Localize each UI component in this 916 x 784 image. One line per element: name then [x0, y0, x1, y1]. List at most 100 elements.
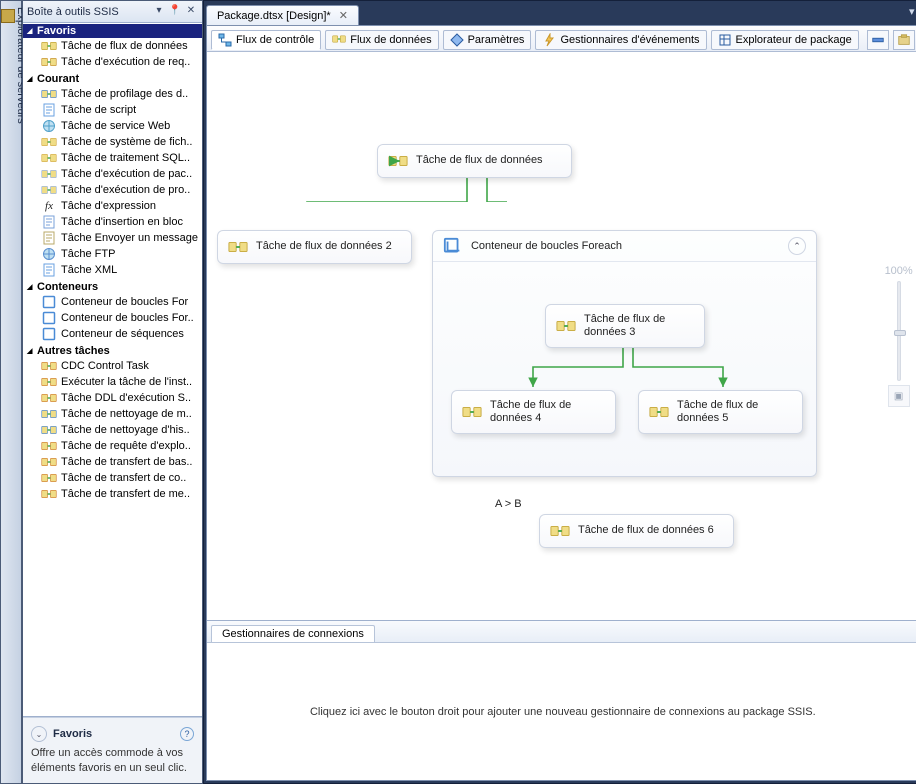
variables-icon: [871, 33, 885, 47]
toolbox-item[interactable]: Exécuter la tâche de l'inst..: [23, 374, 202, 390]
task-node-dataflow-3[interactable]: Tâche de flux de données 3: [545, 304, 705, 348]
ssis-toolbox-button[interactable]: [893, 30, 915, 50]
info-title: Favoris: [53, 728, 180, 740]
design-tab-label: Gestionnaires d'événements: [560, 34, 699, 46]
params-icon: [450, 33, 464, 47]
toolbox-item[interactable]: Tâche de requête d'explo..: [23, 438, 202, 454]
toolbox-header: Boîte à outils SSIS ▾ 📍 ✕: [23, 1, 202, 23]
design-tab-controlflow[interactable]: Flux de contrôle: [211, 30, 321, 50]
toolbox-item[interactable]: Tâche de transfert de bas..: [23, 454, 202, 470]
task-node-dataflow-1[interactable]: Tâche de flux de données: [377, 144, 572, 178]
toolbox-item[interactable]: Tâche de flux de données: [23, 38, 202, 54]
task-label: Tâche de flux de données 2: [256, 240, 392, 253]
file-tab-close-button[interactable]: ✕: [339, 9, 348, 22]
toolbox-item[interactable]: Tâche d'exécution de pro..: [23, 182, 202, 198]
connection-managers-hint: Cliquez ici avec le bouton droit pour aj…: [310, 706, 816, 718]
toolbox-item[interactable]: Conteneur de boucles For..: [23, 310, 202, 326]
toolbox-item[interactable]: Tâche de profilage des d..: [23, 86, 202, 102]
design-tab-params[interactable]: Paramètres: [443, 30, 532, 50]
toolbox-item[interactable]: Tâche de nettoyage d'his..: [23, 422, 202, 438]
toolbox-item[interactable]: Tâche de traitement SQL..: [23, 150, 202, 166]
design-canvas-wrap: Tâche de flux de données Tâche de flux d…: [207, 52, 916, 620]
connection-managers-tab[interactable]: Gestionnaires de connexions: [211, 625, 375, 642]
toolbox-item[interactable]: Tâche de service Web: [23, 118, 202, 134]
task-node-dataflow-5[interactable]: Tâche de flux de données 5: [638, 390, 803, 434]
toolbox-item[interactable]: Tâche d'insertion en bloc: [23, 214, 202, 230]
query-icon: [41, 439, 57, 453]
task-node-dataflow-4[interactable]: Tâche de flux de données 4: [451, 390, 616, 434]
connection-managers-body[interactable]: Cliquez ici avec le bouton droit pour aj…: [207, 643, 916, 780]
group-expand-icon: ◢: [27, 27, 37, 35]
server-explorer-tab[interactable]: Explorateur de serveurs: [0, 0, 22, 784]
design-canvas[interactable]: Tâche de flux de données Tâche de flux d…: [207, 52, 916, 620]
toolbox-item[interactable]: Tâche de transfert de me..: [23, 486, 202, 502]
task-label: Tâche de flux de données 4: [490, 399, 605, 425]
ssis-toolbox-icon: [897, 33, 911, 47]
toolbox-item[interactable]: Tâche de nettoyage de m..: [23, 406, 202, 422]
file-tab-package[interactable]: Package.dtsx [Design]* ✕: [206, 5, 359, 25]
dataflow-icon: [462, 404, 482, 420]
variables-button[interactable]: [867, 30, 889, 50]
design-tab-pkgexplorer[interactable]: Explorateur de package: [711, 30, 859, 50]
info-help-button[interactable]: ?: [180, 727, 194, 741]
design-inner-tabs: Flux de contrôleFlux de donnéesParamètre…: [207, 26, 916, 52]
loop-icon: [41, 311, 57, 325]
toolbox-group-header[interactable]: ◢Favoris: [23, 24, 202, 38]
toolbox-window-dropdown-button[interactable]: ▾: [152, 5, 166, 19]
process-icon: [41, 183, 57, 197]
design-tab-label: Explorateur de package: [736, 34, 852, 46]
zoom-control: 100% ▣: [885, 265, 913, 407]
transfer-icon: [41, 455, 57, 469]
toolbox-pin-button[interactable]: 📍: [168, 5, 182, 19]
info-description: Offre un accès commode à vos éléments fa…: [31, 746, 194, 775]
zoom-slider-track[interactable]: [897, 281, 901, 381]
toolbox-item[interactable]: Tâche XML: [23, 262, 202, 278]
toolbox-item[interactable]: Conteneur de boucles For: [23, 294, 202, 310]
toolbox-item[interactable]: CDC Control Task: [23, 358, 202, 374]
file-tab-row: Package.dtsx [Design]* ✕ ▾: [204, 1, 916, 25]
toolbox-item[interactable]: Tâche d'exécution de pac..: [23, 166, 202, 182]
package-icon: [41, 167, 57, 181]
toolbox-item-label: Tâche d'exécution de req..: [61, 56, 190, 68]
info-collapse-icon[interactable]: ⌄: [31, 726, 47, 742]
toolbox-close-button[interactable]: ✕: [184, 5, 198, 19]
task-node-dataflow-2[interactable]: Tâche de flux de données 2: [217, 230, 412, 264]
toolbox-item[interactable]: fxTâche d'expression: [23, 198, 202, 214]
toolbox-item[interactable]: Tâche d'exécution de req..: [23, 54, 202, 70]
file-tabs-dropdown-button[interactable]: ▾: [902, 5, 916, 25]
toolbox-item-label: Tâche de profilage des d..: [61, 88, 188, 100]
group-label: Autres tâches: [37, 345, 110, 357]
toolbox-item-label: Tâche DDL d'exécution S..: [61, 392, 191, 404]
group-expand-icon: ◢: [27, 283, 37, 291]
toolbox-item[interactable]: Tâche Envoyer un message: [23, 230, 202, 246]
foreach-container[interactable]: Conteneur de boucles Foreach ⌃ Tâche de …: [432, 230, 817, 477]
container-label: Conteneur de boucles Foreach: [471, 240, 780, 252]
zoom-slider-thumb[interactable]: [894, 330, 906, 336]
toolbox-item-label: Tâche de transfert de co..: [61, 472, 186, 484]
toolbox-tree[interactable]: ◢FavorisTâche de flux de données Tâche d'…: [23, 23, 202, 717]
toolbox-group-header[interactable]: ◢Autres tâches: [23, 344, 202, 358]
toolbox-item[interactable]: Tâche FTP: [23, 246, 202, 262]
toolbox-item-label: Tâche de requête d'explo..: [61, 440, 191, 452]
toolbox-item[interactable]: Tâche de système de fich..: [23, 134, 202, 150]
toolbox-item-label: Exécuter la tâche de l'inst..: [61, 376, 192, 388]
toolbox-item-label: Tâche de nettoyage d'his..: [61, 424, 190, 436]
toolbox-item[interactable]: Tâche DDL d'exécution S..: [23, 390, 202, 406]
toolbox-item[interactable]: Tâche de script: [23, 102, 202, 118]
task-node-dataflow-6[interactable]: Tâche de flux de données 6: [539, 514, 734, 548]
bulk-icon: [41, 215, 57, 229]
toolbox-item[interactable]: Conteneur de séquences: [23, 326, 202, 342]
toolbox-panel: Boîte à outils SSIS ▾ 📍 ✕ ◢FavorisTâche …: [22, 0, 203, 784]
container-collapse-button[interactable]: ⌃: [788, 237, 806, 255]
toolbox-item-label: Tâche de traitement SQL..: [61, 152, 190, 164]
design-tab-dataflow[interactable]: Flux de données: [325, 30, 438, 50]
sqlproc-icon: [41, 151, 57, 165]
design-tab-events[interactable]: Gestionnaires d'événements: [535, 30, 706, 50]
toolbox-item-label: Conteneur de boucles For..: [61, 312, 194, 324]
zoom-fit-button[interactable]: ▣: [888, 385, 910, 407]
toolbox-item[interactable]: Tâche de transfert de co..: [23, 470, 202, 486]
toolbox-item-label: Tâche de script: [61, 104, 136, 116]
toolbox-group-header[interactable]: ◢Conteneurs: [23, 280, 202, 294]
toolbox-group-header[interactable]: ◢Courant: [23, 72, 202, 86]
toolbox-item-label: Tâche de système de fich..: [61, 136, 192, 148]
